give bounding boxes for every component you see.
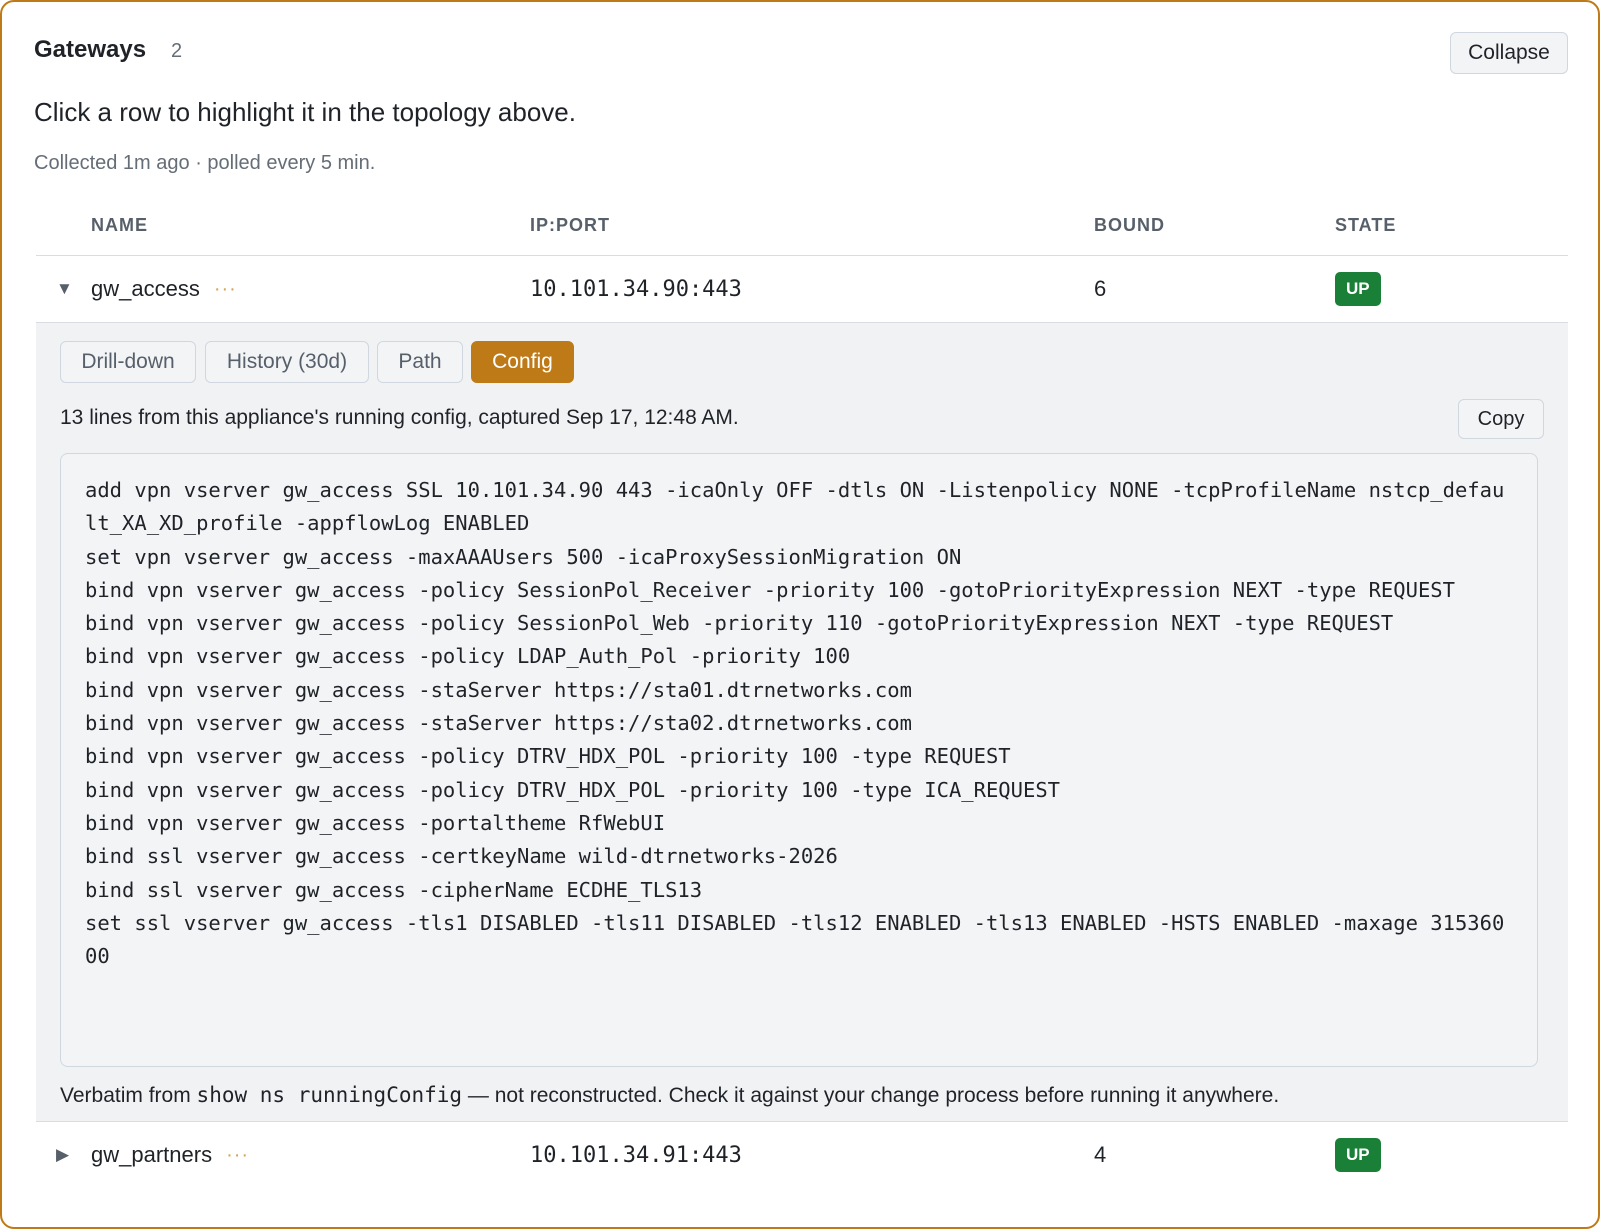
config-note: Verbatim from show ns runningConfig — no… — [60, 1083, 1279, 1108]
column-header-bound[interactable]: BOUND — [1094, 215, 1165, 236]
config-line: bind vpn vserver gw_access -policy DTRV_… — [85, 777, 1061, 802]
config-line: bind ssl vserver gw_access -cipherName E… — [85, 877, 703, 902]
more-options-icon[interactable]: ··· — [226, 1144, 249, 1167]
gateway-ip-port: 10.101.34.91:443 — [530, 1142, 742, 1168]
gateway-count: 2 — [171, 40, 183, 62]
row-detail-panel: Drill-down History (30d) Path Config 13 … — [36, 322, 1568, 1122]
more-options-icon[interactable]: ··· — [214, 278, 237, 301]
config-line: set vpn vserver gw_access -maxAAAUsers 5… — [85, 544, 962, 569]
config-description: 13 lines from this appliance's running c… — [60, 406, 739, 429]
config-line: bind vpn vserver gw_access -staServer ht… — [85, 677, 912, 702]
gateway-name: gw_partners — [91, 1142, 213, 1167]
column-header-name[interactable]: NAME — [91, 215, 148, 236]
gateway-ip-port: 10.101.34.90:443 — [530, 276, 742, 302]
gateways-panel: Gateways 2 Collapse Click a row to highl… — [0, 0, 1600, 1229]
panel-subtitle: Click a row to highlight it in the topol… — [34, 97, 576, 127]
tab-history[interactable]: History (30d) — [205, 341, 369, 383]
note-command: show ns runningConfig — [196, 1083, 463, 1107]
note-suffix: — not reconstructed. Check it against yo… — [462, 1084, 1280, 1107]
config-line: bind ssl vserver gw_access -certkeyName … — [85, 844, 838, 869]
collection-meta: Collected 1m ago · polled every 5 min. — [34, 152, 376, 174]
tab-path[interactable]: Path — [377, 341, 463, 383]
table-header: NAME IP:PORT BOUND STATE — [36, 202, 1568, 256]
copy-button[interactable]: Copy — [1458, 399, 1544, 439]
config-line: bind vpn vserver gw_access -policy DTRV_… — [85, 744, 1011, 769]
config-line: bind vpn vserver gw_access -portaltheme … — [85, 810, 666, 835]
config-line: add vpn vserver gw_access SSL 10.101.34.… — [85, 478, 1505, 536]
table-row-gw-access[interactable]: ▼ gw_access ··· 10.101.34.90:443 6 UP — [36, 256, 1568, 322]
panel-title: Gateways — [34, 36, 147, 63]
config-line: bind vpn vserver gw_access -policy Sessi… — [85, 611, 1394, 636]
column-header-ip[interactable]: IP:PORT — [530, 215, 610, 236]
bound-count: 6 — [1094, 276, 1107, 301]
status-badge: UP — [1335, 1138, 1381, 1172]
column-header-state[interactable]: STATE — [1335, 215, 1396, 236]
config-code-block[interactable]: add vpn vserver gw_access SSL 10.101.34.… — [60, 453, 1538, 1067]
config-line: bind vpn vserver gw_access -staServer ht… — [85, 711, 912, 736]
table-row-gw-partners[interactable]: ▶ gw_partners ··· 10.101.34.91:443 4 UP — [36, 1122, 1568, 1188]
gateways-table: NAME IP:PORT BOUND STATE ▼ gw_access ···… — [36, 202, 1568, 1188]
tab-config[interactable]: Config — [471, 341, 574, 383]
tab-drill-down[interactable]: Drill-down — [60, 341, 196, 383]
panel-header: Gateways 2 Collapse — [34, 32, 1568, 78]
config-line: bind vpn vserver gw_access -policy Sessi… — [85, 577, 1455, 602]
config-line: set ssl vserver gw_access -tls1 DISABLED… — [85, 910, 1505, 969]
status-badge: UP — [1335, 272, 1381, 306]
gateway-name: gw_access — [91, 276, 200, 301]
collapse-button[interactable]: Collapse — [1450, 32, 1568, 74]
caret-right-icon[interactable]: ▶ — [56, 1145, 80, 1165]
config-line: bind vpn vserver gw_access -policy LDAP_… — [85, 644, 851, 669]
bound-count: 4 — [1094, 1142, 1107, 1167]
note-prefix: Verbatim from — [60, 1084, 197, 1107]
caret-down-icon[interactable]: ▼ — [56, 279, 80, 299]
